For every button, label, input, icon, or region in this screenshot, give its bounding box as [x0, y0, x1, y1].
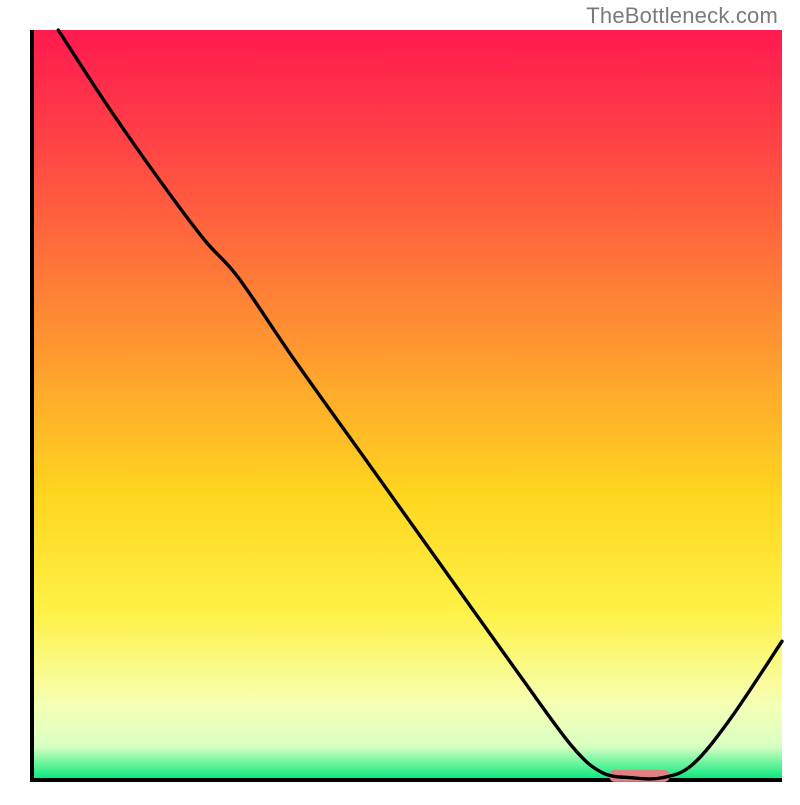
plot-background — [32, 30, 782, 780]
bottleneck-chart — [0, 0, 800, 800]
watermark-text: TheBottleneck.com — [586, 3, 778, 29]
chart-root: { "watermark": "TheBottleneck.com", "cha… — [0, 0, 800, 800]
